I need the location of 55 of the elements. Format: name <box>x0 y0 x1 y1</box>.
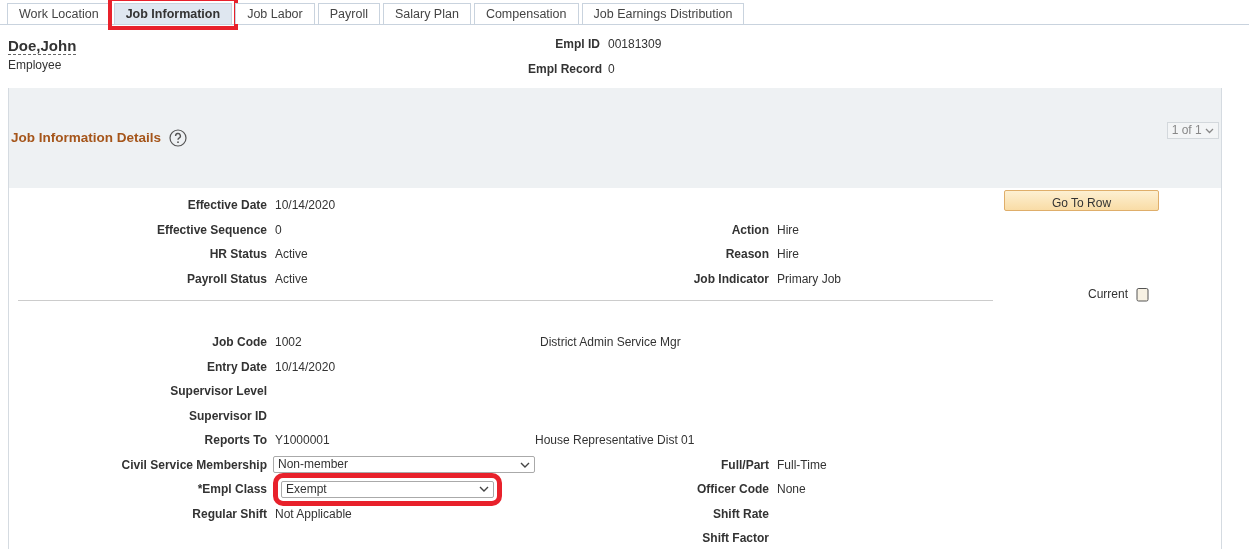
field-label: Reports To <box>204 433 267 447</box>
field-label: Action <box>731 222 769 237</box>
field-label: Effective Sequence <box>156 222 267 237</box>
field-label: Job Indicator <box>693 271 769 286</box>
field-label: Regular Shift <box>192 506 267 521</box>
employee-name: Doe,John <box>8 37 77 55</box>
chevron-down-icon <box>520 461 530 468</box>
field-value: Active <box>275 271 308 286</box>
tab[interactable]: Job Earnings Distribution <box>581 3 745 24</box>
field-label: Payroll Status <box>186 271 267 286</box>
field-label: Full/Part <box>721 457 769 472</box>
section-title: Job Information Details <box>11 128 162 147</box>
help-icon[interactable] <box>169 129 188 147</box>
field-label: Supervisor ID <box>188 408 267 423</box>
field-label: Reason <box>725 247 769 261</box>
field-value: Hire <box>777 247 799 261</box>
tab[interactable]: Compensation <box>473 3 579 24</box>
tab[interactable]: Work Location <box>7 3 111 24</box>
chevron-down-icon <box>1205 127 1214 134</box>
field-value: 10/14/2020 <box>275 198 336 212</box>
field-label: Shift Factor <box>702 531 769 545</box>
field-label: Officer Code <box>697 482 769 496</box>
field-value: Active <box>275 247 308 261</box>
employee-role: Employee <box>8 57 63 74</box>
field-label: *Empl Class <box>197 482 267 496</box>
field-label: Entry Date <box>206 359 267 374</box>
field-label: Effective Date <box>187 198 267 212</box>
notepad-icon[interactable] <box>1136 286 1149 302</box>
field-value: 0 <box>608 61 616 78</box>
field-label: HR Status <box>209 247 267 261</box>
field-label: Job Code <box>212 335 267 349</box>
tab[interactable]: Job Labor <box>235 3 315 24</box>
field-value: 00181309 <box>608 36 663 53</box>
field-label: Empl ID <box>554 36 601 53</box>
field-description: District Admin Service Mgr <box>540 335 681 349</box>
field-value: 10/14/2020 <box>275 359 336 374</box>
field-value: Primary Job <box>777 271 841 286</box>
tab[interactable]: Payroll <box>317 3 380 24</box>
field-value: Not Applicable <box>275 506 352 521</box>
field-description: House Representative Dist 01 <box>535 433 695 447</box>
field-value: Y1000001 <box>275 433 330 447</box>
field-label: Empl Record <box>528 61 603 78</box>
field-value: Hire <box>777 222 799 237</box>
chevron-down-icon <box>479 486 489 493</box>
field-value: 1002 <box>275 335 302 349</box>
dropdown-field[interactable]: Non-member <box>273 456 535 474</box>
field-value: None <box>777 482 806 496</box>
field-label: Supervisor Level <box>170 384 267 398</box>
current-label: Current <box>1088 286 1128 303</box>
field-label: Civil Service Membership <box>121 457 267 472</box>
tab[interactable]: Salary Plan <box>382 3 471 24</box>
field-value: 0 <box>275 222 282 237</box>
go-to-row-button[interactable]: Go To Row <box>1004 189 1159 211</box>
field-label: Shift Rate <box>713 506 769 521</box>
field-value: Full-Time <box>777 457 827 472</box>
